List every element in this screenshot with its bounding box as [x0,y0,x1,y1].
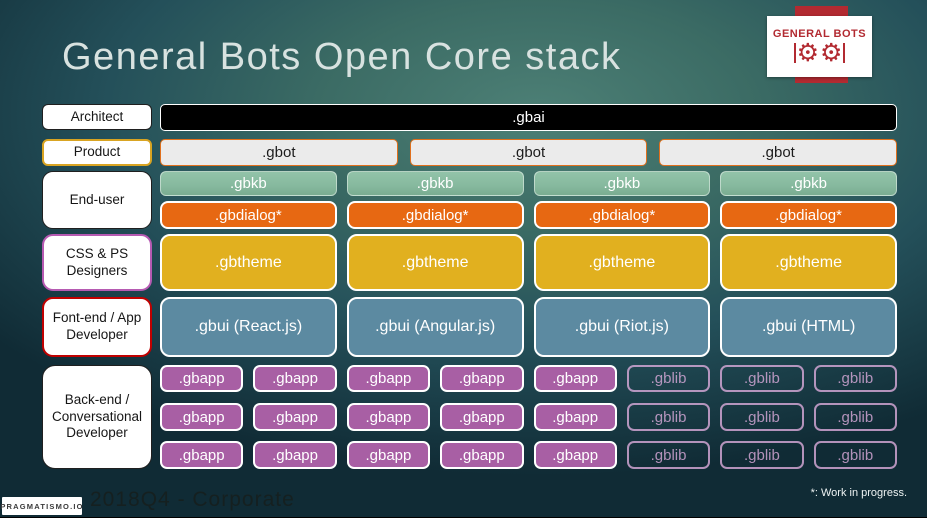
role-label-end-user: End-user [42,171,152,229]
gblib-box: .gblib [813,441,897,469]
gear-icon: ⚙ [820,38,843,67]
gbdialog-row: .gbdialog* .gbdialog* .gbdialog* .gbdial… [160,201,897,229]
gblib-box: .gblib [813,365,897,392]
gbapp-box: .gbapp [533,441,617,469]
logo-gears: ⚙ ⚙ [793,38,846,67]
gbui-row: .gbui (React.js) .gbui (Angular.js) .gbu… [160,297,897,357]
slide: General Bots Open Core stack GENERAL BOT… [0,0,927,518]
gear-axis-line [793,43,796,63]
gbot-row: .gbot .gbot .gbot [160,139,898,166]
gbapp-box: .gbapp [440,403,524,431]
gblib-box: .gblib [720,365,804,392]
gbui-react-box: .gbui (React.js) [160,297,337,357]
logo-text: GENERAL BOTS [772,27,867,40]
role-label-architect: Architect [42,104,152,130]
gbapp-row: .gbapp .gbapp .gbapp .gbapp .gbapp .gbli… [160,365,897,392]
gear-icon: ⚙ [796,38,819,67]
gbtheme-box: .gbtheme [533,234,711,291]
gbkb-box: .gbkb [160,171,337,196]
role-label-css-ps-designers: CSS & PS Designers [42,234,152,291]
gbapp-box: .gbapp [346,441,431,469]
role-label-front-end-app-developer: Font-end / App Developer [42,297,152,357]
work-in-progress-note: *: Work in progress. [810,487,907,499]
gbai-box: .gbai [160,104,897,131]
footer-caption: 2018Q4 - Corporate [90,488,295,511]
role-label-back-end-conversational-developer: Back-end / Conversational Developer [42,365,152,469]
gbui-angular-box: .gbui (Angular.js) [346,297,524,357]
gblib-box: .gblib [813,403,897,431]
gbtheme-box: .gbtheme [346,234,524,291]
gbkb-box: .gbkb [533,171,711,196]
gbapp-box: .gbapp [160,365,244,392]
gbapp-box: .gbapp [533,403,617,431]
gblib-box: .gblib [626,365,711,392]
gbui-riot-box: .gbui (Riot.js) [533,297,711,357]
gbdialog-box: .gbdialog* [160,201,337,229]
gbkb-row: .gbkb .gbkb .gbkb .gbkb [160,171,897,196]
gbkb-box: .gbkb [720,171,897,196]
gbapp-box: .gbapp [253,441,337,469]
gblib-box: .gblib [626,441,711,469]
gbapp-box: .gbapp [160,403,244,431]
gbot-box: .gbot [160,139,398,166]
gbui-html-box: .gbui (HTML) [720,297,897,357]
gear-axis-line [843,43,846,63]
gbdialog-box: .gbdialog* [346,201,524,229]
gbtheme-row: .gbtheme .gbtheme .gbtheme .gbtheme [160,234,897,291]
gbapp-box: .gbapp [440,365,524,392]
gbapp-box: .gbapp [533,365,617,392]
gbtheme-box: .gbtheme [720,234,897,291]
gbkb-box: .gbkb [346,171,524,196]
gbdialog-box: .gbdialog* [720,201,897,229]
page-title: General Bots Open Core stack [62,36,622,78]
gblib-box: .gblib [720,441,804,469]
gblib-box: .gblib [720,403,804,431]
gbai-row: .gbai [160,104,897,131]
gbapp-box: .gbapp [253,365,337,392]
role-label-product: Product [42,139,152,166]
pragmatismo-logo: PRAGMATISMO.IO [0,497,82,515]
gbapp-box: .gbapp [253,403,337,431]
gbtheme-box: .gbtheme [160,234,337,291]
gbapp-row: .gbapp .gbapp .gbapp .gbapp .gbapp .gbli… [160,403,897,431]
general-bots-logo: GENERAL BOTS ⚙ ⚙ [767,16,872,77]
gbot-box: .gbot [659,139,898,166]
gbapp-row: .gbapp .gbapp .gbapp .gbapp .gbapp .gbli… [160,441,897,469]
gbapp-box: .gbapp [346,403,431,431]
gbapp-box: .gbapp [440,441,524,469]
gbdialog-box: .gbdialog* [533,201,711,229]
gblib-box: .gblib [626,403,711,431]
gbapp-box: .gbapp [346,365,431,392]
gbapp-box: .gbapp [160,441,244,469]
gbot-box: .gbot [409,139,648,166]
